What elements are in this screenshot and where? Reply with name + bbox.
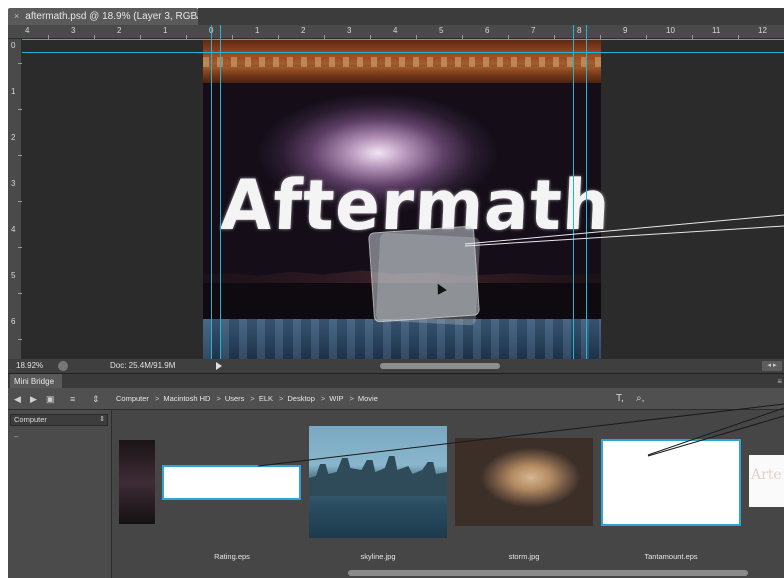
document-tab[interactable]: × aftermath.psd @ 18.9% (Layer 3, RGB/8) [8, 8, 198, 25]
breadcrumb-separator: > [320, 394, 326, 403]
document-title: aftermath.psd @ 18.9% (Layer 3, RGB/8) [25, 11, 198, 22]
ruler-v-label: 5 [11, 271, 16, 280]
breadcrumb-item[interactable]: Movie [358, 394, 378, 403]
ruler-v-label: 1 [11, 87, 16, 96]
document-status-bar: 18.92% Doc: 25.4M/91.9M ◂ ▸ [8, 359, 784, 373]
mini-bridge-panel: Computer ⇕ – Arte Rating.eps skyline.jpg… [8, 410, 784, 578]
thumbnail-tantamount[interactable] [601, 439, 741, 526]
guide-horizontal[interactable] [22, 39, 784, 40]
guide-vertical[interactable] [573, 25, 574, 359]
breadcrumb-item[interactable]: Users [225, 394, 245, 403]
tree-item-placeholder: – [14, 432, 19, 441]
rust-texture-layer [203, 39, 601, 83]
source-select[interactable]: Computer ⇕ [10, 414, 108, 426]
breadcrumb-item[interactable]: Desktop [287, 394, 315, 403]
guide-horizontal[interactable] [22, 52, 784, 53]
ruler-v-label: 0 [11, 41, 16, 50]
guide-vertical[interactable] [586, 25, 587, 359]
ruler-h-label: 3 [71, 26, 76, 35]
status-menu-arrow-icon[interactable] [216, 362, 222, 370]
ruler-h-label: 4 [393, 26, 398, 35]
tab-strip [198, 8, 784, 25]
content-scrollbar[interactable] [348, 570, 748, 576]
file-caption: storm.jpg [508, 552, 540, 561]
panel-menu-icon[interactable]: ≡ [777, 377, 782, 386]
ruler-h-label: 10 [666, 26, 675, 35]
ruler-h-label: 6 [485, 26, 490, 35]
ruler-h-label: 9 [623, 26, 628, 35]
sort-icon[interactable]: ⇕ [92, 394, 100, 404]
breadcrumb-item[interactable]: Computer [116, 394, 149, 403]
horizontal-ruler[interactable]: 4 3 2 1 0 1 2 3 4 5 6 7 8 9 10 11 12 [8, 25, 784, 39]
ruler-h-label: 1 [255, 26, 260, 35]
mini-bridge-tabrow: Mini Bridge ≡ [8, 373, 784, 389]
horizontal-scrollbar[interactable] [380, 363, 500, 369]
chevron-updown-icon: ⇕ [99, 416, 105, 423]
breadcrumb-separator: > [250, 394, 255, 403]
ruler-h-label: 7 [531, 26, 536, 35]
breadcrumb-separator: > [216, 394, 221, 403]
ruler-h-label: 1 [163, 26, 168, 35]
ruler-h-label: 2 [301, 26, 306, 35]
blue-texture-layer [203, 319, 601, 359]
file-caption: Tantamount.eps [644, 552, 698, 561]
ruler-h-label: 12 [758, 26, 767, 35]
guide-vertical[interactable] [220, 25, 221, 359]
document-area[interactable]: 4 3 2 1 0 1 2 3 4 5 6 7 8 9 10 11 12 [8, 25, 784, 373]
file-caption: skyline.jpg [360, 552, 396, 561]
ruler-v-label: 3 [11, 179, 16, 188]
ruler-tick [18, 247, 22, 248]
breadcrumb-separator: > [349, 394, 354, 403]
ruler-h-label: 4 [25, 26, 30, 35]
zoom-level[interactable]: 18.92% [16, 359, 43, 373]
tab-mini-bridge[interactable]: Mini Bridge [10, 374, 62, 389]
ruler-h-label: 2 [117, 26, 122, 35]
status-menu-icon[interactable] [58, 361, 68, 371]
ruler-v-label: 2 [11, 133, 16, 142]
forward-arrow-icon[interactable]: ▶ [30, 394, 37, 404]
breadcrumb-item[interactable]: Macintosh HD [163, 394, 210, 403]
thumbnail-skyline[interactable] [309, 426, 447, 538]
ruler-v-label: 6 [11, 317, 16, 326]
ruler-tick [18, 109, 22, 110]
thumbnail-partial[interactable]: Arte [749, 455, 784, 507]
back-arrow-icon[interactable]: ◀ [14, 394, 21, 404]
breadcrumb-separator: > [154, 394, 160, 403]
ruler-tick [18, 339, 22, 340]
source-select-value: Computer [14, 415, 47, 424]
view-mode-icon[interactable]: ▣ [46, 394, 55, 404]
mini-bridge-toolbar: ◀ ▶ ▣ ≡ ⇕ Computer > Macintosh HD > Users > EL… [8, 388, 784, 410]
ruler-h-label: 5 [439, 26, 444, 35]
thumbnail-dark-image[interactable] [119, 440, 155, 524]
ruler-h-label: 8 [577, 26, 582, 35]
file-caption: Rating.eps [214, 552, 250, 561]
ruler-tick [18, 293, 22, 294]
content-pod[interactable]: Arte Rating.eps skyline.jpg storm.jpg Ta… [113, 410, 784, 578]
guide-vertical[interactable] [211, 25, 212, 359]
breadcrumb: Computer > Macintosh HD > Users > ELK > Desktop >… [116, 394, 380, 404]
drag-preview[interactable] [367, 225, 481, 323]
ruler-tick [18, 201, 22, 202]
vertical-ruler[interactable]: 0 1 2 3 4 5 6 [8, 39, 22, 359]
tools-menu-icon[interactable]: ≡ [70, 394, 75, 404]
ruler-tick [18, 155, 22, 156]
filter-icon[interactable]: T, [616, 393, 624, 404]
document-size-info: Doc: 25.4M/91.9M [110, 361, 176, 370]
search-icon[interactable]: ⌕, [636, 393, 644, 404]
ruler-v-label: 4 [11, 225, 16, 234]
ruler-tick [18, 63, 22, 64]
close-tab-icon[interactable]: × [14, 11, 19, 21]
thumbnail-storm[interactable] [455, 438, 593, 526]
canvas-image[interactable]: Aftermath [203, 39, 613, 359]
photoshop-window: × aftermath.psd @ 18.9% (Layer 3, RGB/8) … [0, 0, 784, 578]
ruler-h-label: 11 [712, 26, 721, 35]
breadcrumb-item[interactable]: ELK [259, 394, 273, 403]
scroll-arrows[interactable]: ◂ ▸ [762, 361, 782, 371]
breadcrumb-separator: > [279, 394, 284, 403]
ruler-h-label: 3 [347, 26, 352, 35]
navigation-pod: Computer ⇕ – [8, 410, 112, 578]
breadcrumb-item[interactable]: WIP [329, 394, 343, 403]
thumbnail-rating[interactable] [162, 465, 301, 500]
